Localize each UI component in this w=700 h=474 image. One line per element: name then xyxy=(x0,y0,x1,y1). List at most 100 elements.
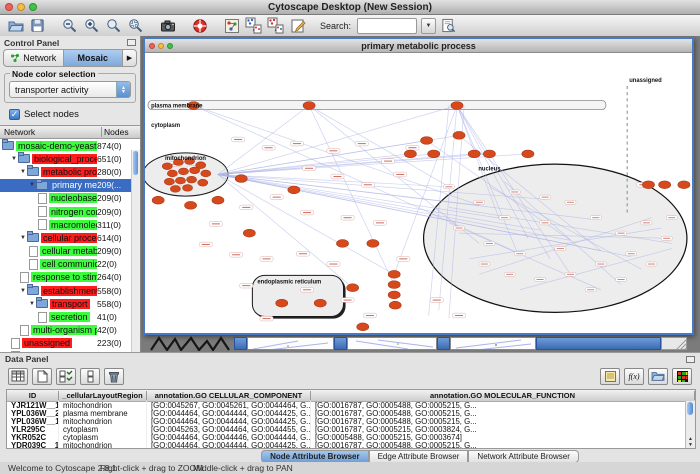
network-node[interactable] xyxy=(190,167,200,174)
tabs-overflow-arrow[interactable]: ▶ xyxy=(123,50,136,66)
tree-node-label[interactable]: establishment of lo xyxy=(41,286,97,296)
network-node[interactable] xyxy=(178,168,188,175)
tree-node-label[interactable]: nucleobase- xyxy=(49,193,97,203)
network-node[interactable] xyxy=(243,229,255,237)
tab-mosaic[interactable]: Mosaic xyxy=(64,50,124,66)
tree-row[interactable]: mosaic-demo-yeast874(0) xyxy=(0,139,132,152)
tree-row[interactable]: nucleobase-209(0) xyxy=(0,192,132,205)
network-node[interactable] xyxy=(659,181,671,189)
column-header[interactable]: annotation.GO MOLECULAR_FUNCTION xyxy=(311,391,695,400)
network-node[interactable] xyxy=(235,175,247,183)
background-window-sliver[interactable] xyxy=(347,337,437,350)
column-header[interactable]: _cellularLayoutRegion xyxy=(59,391,147,400)
select-attributes-button[interactable] xyxy=(8,368,28,385)
tree-node-label[interactable]: cellular process xyxy=(41,233,97,243)
tree-node-label[interactable]: multi-organism pro xyxy=(31,325,97,335)
expand-arrow-icon[interactable]: ▼ xyxy=(11,156,18,162)
snapshot-camera-button[interactable] xyxy=(158,17,177,35)
tab-network[interactable]: Network xyxy=(4,50,64,66)
network-node[interactable] xyxy=(170,185,180,192)
tree-node-label[interactable]: macromolecule xyxy=(49,220,97,230)
table-cell[interactable]: [GO:0016787, GO:0005488, GO:0005215, G..… xyxy=(311,441,695,449)
table-row[interactable]: YDR039C__1mitochondrion[GO:0044464, GO:0… xyxy=(7,441,695,449)
tree-col-network[interactable]: Network xyxy=(0,127,102,137)
tree-row[interactable]: ▼transport558(0) xyxy=(0,297,132,310)
table-scrollbar-thumb[interactable] xyxy=(687,402,693,415)
save-session-button[interactable] xyxy=(28,17,47,35)
column-header[interactable]: annotation.GO CELLULAR_COMPONENT xyxy=(147,391,311,400)
tree-scrollbar[interactable] xyxy=(131,150,140,386)
tree-row[interactable]: secretion41(0) xyxy=(0,310,132,323)
network-overview-icon-button[interactable] xyxy=(222,17,241,35)
heatmap-view-button[interactable] xyxy=(672,368,692,385)
tree-node-label[interactable]: cell communicat xyxy=(40,259,97,269)
tree-row[interactable]: ▼establishment of lo558(0) xyxy=(0,284,132,297)
float-panel-icon[interactable] xyxy=(127,39,136,46)
background-window-sliver[interactable] xyxy=(247,337,334,350)
network-node[interactable] xyxy=(678,181,690,189)
tree-row[interactable]: ▼metabolic process280(0) xyxy=(0,165,132,178)
annotation-wizard-button[interactable] xyxy=(288,17,307,35)
network-node[interactable] xyxy=(388,270,400,278)
attribute-list-button[interactable] xyxy=(80,368,100,385)
table-cell[interactable]: [GO:0044464, GO:0044444, GO:0044425, G..… xyxy=(147,441,311,449)
tree-node-label[interactable]: secretion xyxy=(49,312,90,322)
tree-node-label[interactable]: primary metabo xyxy=(50,180,97,190)
inner-close-button[interactable] xyxy=(149,43,155,49)
table-cell[interactable]: mitochondrion xyxy=(59,441,147,449)
network-node[interactable] xyxy=(421,137,433,145)
network-node[interactable] xyxy=(175,177,185,184)
network-node[interactable] xyxy=(388,281,400,289)
network-window-titlebar[interactable]: primary metabolic process xyxy=(145,39,692,53)
network-node[interactable] xyxy=(288,186,300,194)
attribute-notes-button[interactable] xyxy=(600,368,620,385)
tree-row[interactable]: multi-organism pro42(0) xyxy=(0,324,132,337)
network-node[interactable] xyxy=(152,196,164,204)
table-scrollbar[interactable]: ▲▼ xyxy=(685,401,695,448)
network-node[interactable] xyxy=(453,131,465,139)
network-node[interactable] xyxy=(642,181,654,189)
network-node[interactable] xyxy=(389,301,401,309)
network-node[interactable] xyxy=(522,150,534,158)
tree-row[interactable]: cellular metabo209(0) xyxy=(0,245,132,258)
network-node[interactable] xyxy=(303,102,315,110)
zoom-selected-button[interactable] xyxy=(126,17,145,35)
network-node[interactable] xyxy=(212,196,224,204)
tree-row[interactable]: macromolecule311(0) xyxy=(0,218,132,231)
inner-zoom-button[interactable] xyxy=(167,43,173,49)
tree-row[interactable]: nitrogen compo209(0) xyxy=(0,205,132,218)
network-view-window[interactable]: primary metabolic process plasma membran… xyxy=(143,37,694,335)
tree-col-nodes[interactable]: Nodes xyxy=(102,127,140,137)
tree-row[interactable]: cell communicat22(0) xyxy=(0,258,132,271)
tree-node-label[interactable]: unassigned xyxy=(22,338,72,348)
network-node[interactable] xyxy=(428,150,440,158)
tree-node-label[interactable]: transport xyxy=(50,299,90,309)
zoom-window-button[interactable] xyxy=(29,3,37,11)
search-dropdown-arrow[interactable]: ▼ xyxy=(421,18,436,34)
network-node[interactable] xyxy=(367,240,379,248)
expand-arrow-icon[interactable]: ▼ xyxy=(20,169,27,175)
zoom-in-button[interactable] xyxy=(82,17,101,35)
expand-arrow-icon[interactable]: ▼ xyxy=(29,182,36,188)
expand-arrow-icon[interactable]: ▼ xyxy=(29,301,36,307)
network-node[interactable] xyxy=(198,179,208,186)
tree-row[interactable]: ▼primary metabo209(... xyxy=(0,179,132,192)
attribute-batch-edit-button[interactable] xyxy=(56,368,76,385)
network-node[interactable] xyxy=(187,176,197,183)
tree-node-label[interactable]: biological_process xyxy=(32,154,97,164)
network-node[interactable] xyxy=(276,299,288,307)
tree-row[interactable]: ▼biological_process651(0) xyxy=(0,152,132,165)
column-header[interactable]: ID xyxy=(7,391,59,400)
select-nodes-checkbox[interactable]: ✓ xyxy=(9,109,20,120)
inner-minimize-button[interactable] xyxy=(158,43,164,49)
import-annotation-blue-button[interactable] xyxy=(244,17,263,35)
tree-node-label[interactable]: mosaic-demo-yeast xyxy=(16,141,97,151)
float-data-panel-icon[interactable] xyxy=(686,356,695,363)
import-annotation-red-button[interactable] xyxy=(266,17,285,35)
zoom-fit-button[interactable] xyxy=(104,17,123,35)
formula-builder-button[interactable]: f(x) xyxy=(624,368,644,385)
network-node[interactable] xyxy=(314,299,326,307)
network-node[interactable] xyxy=(451,102,463,110)
network-node[interactable] xyxy=(347,284,359,292)
resize-grip[interactable] xyxy=(661,337,687,350)
